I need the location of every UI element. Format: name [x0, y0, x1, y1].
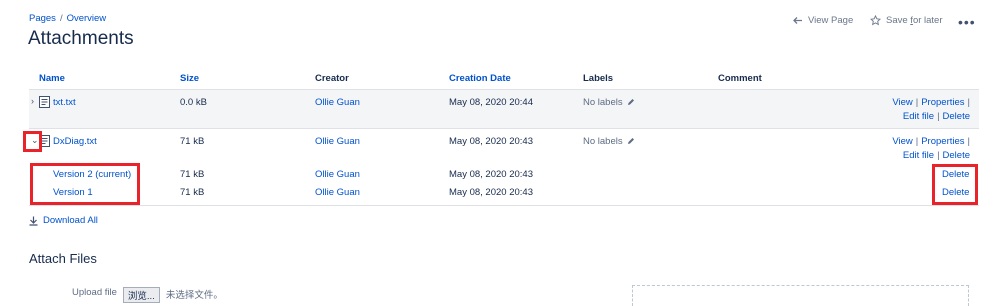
creation-date: May 08, 2020 20:44 [449, 97, 533, 108]
breadcrumb-overview-link[interactable]: Overview [67, 13, 107, 24]
attach-files-heading: Attach Files [29, 251, 97, 266]
table-bottom-divider [29, 205, 979, 206]
upload-file-row: Upload file 浏览... 未选择文件。 [72, 287, 223, 303]
separator: | [915, 97, 919, 108]
view-page-button[interactable]: View Page [793, 15, 853, 26]
download-all-link[interactable]: Download All [43, 215, 98, 226]
properties-link[interactable]: Properties [921, 97, 964, 108]
view-link[interactable]: View [892, 97, 912, 108]
labels-cell[interactable]: No labels [583, 136, 635, 147]
creator-link[interactable]: Ollie Guan [315, 169, 360, 180]
annotation-box-expand [23, 131, 42, 152]
no-file-selected-text: 未选择文件。 [165, 290, 223, 301]
pencil-icon[interactable] [627, 137, 635, 145]
table-row [29, 90, 979, 128]
row-actions: View | Properties | Edit file | Delete [892, 96, 970, 124]
creation-date: May 08, 2020 20:43 [449, 136, 533, 147]
creator-link[interactable]: Ollie Guan [315, 136, 360, 147]
more-actions-button[interactable]: ••• [958, 14, 976, 30]
breadcrumb-pages-link[interactable]: Pages [29, 13, 56, 24]
properties-link[interactable]: Properties [921, 136, 964, 147]
creation-date: May 08, 2020 20:43 [449, 187, 533, 198]
view-link[interactable]: View [892, 136, 912, 147]
view-page-label: View Page [808, 15, 854, 26]
separator: | [967, 136, 970, 147]
row-divider [29, 128, 979, 129]
column-header-size[interactable]: Size [180, 73, 199, 84]
breadcrumb: Pages / Overview [29, 13, 106, 24]
save-for-later-label: Save for later [886, 15, 943, 26]
download-all-button[interactable]: Download All [29, 215, 98, 226]
separator: | [937, 150, 940, 161]
page-title: Attachments [28, 28, 134, 49]
pencil-icon[interactable] [627, 98, 635, 106]
column-header-creation-date[interactable]: Creation Date [449, 73, 511, 84]
separator: | [937, 111, 940, 122]
column-header-creator: Creator [315, 73, 349, 84]
back-arrow-icon [793, 17, 802, 24]
delete-link[interactable]: Delete [943, 150, 970, 161]
edit-file-link[interactable]: Edit file [903, 111, 934, 122]
creator-link[interactable]: Ollie Guan [315, 97, 360, 108]
edit-file-link[interactable]: Edit file [903, 150, 934, 161]
file-icon [39, 96, 50, 108]
save-for-later-button[interactable]: Save for later [870, 15, 943, 26]
column-header-comment: Comment [718, 73, 762, 84]
file-size: 71 kB [180, 136, 205, 147]
no-labels-text: No labels [583, 97, 623, 108]
version-size: 71 kB [180, 187, 205, 198]
download-icon [29, 216, 38, 226]
upload-file-label: Upload file [72, 287, 117, 298]
labels-cell[interactable]: No labels [583, 97, 635, 108]
column-header-name[interactable]: Name [39, 73, 65, 84]
row-actions: View | Properties | Edit file | Delete [892, 135, 970, 163]
file-name-link[interactable]: txt.txt [53, 97, 76, 108]
version-size: 71 kB [180, 169, 205, 180]
separator: | [915, 136, 919, 147]
annotation-box-versions [30, 163, 140, 205]
creator-link[interactable]: Ollie Guan [315, 187, 360, 198]
separator: | [967, 97, 970, 108]
browse-button[interactable]: 浏览... [122, 287, 160, 303]
drop-zone[interactable] [632, 285, 969, 306]
file-size: 0.0 kB [180, 97, 207, 108]
no-labels-text: No labels [583, 136, 623, 147]
file-name-link[interactable]: DxDiag.txt [53, 136, 97, 147]
column-header-labels: Labels [583, 73, 614, 84]
breadcrumb-separator: / [59, 13, 63, 24]
annotation-box-delete [932, 164, 978, 205]
star-icon [870, 15, 881, 26]
delete-link[interactable]: Delete [943, 111, 970, 122]
creation-date: May 08, 2020 20:43 [449, 169, 533, 180]
chevron-right-icon[interactable]: › [31, 96, 34, 106]
